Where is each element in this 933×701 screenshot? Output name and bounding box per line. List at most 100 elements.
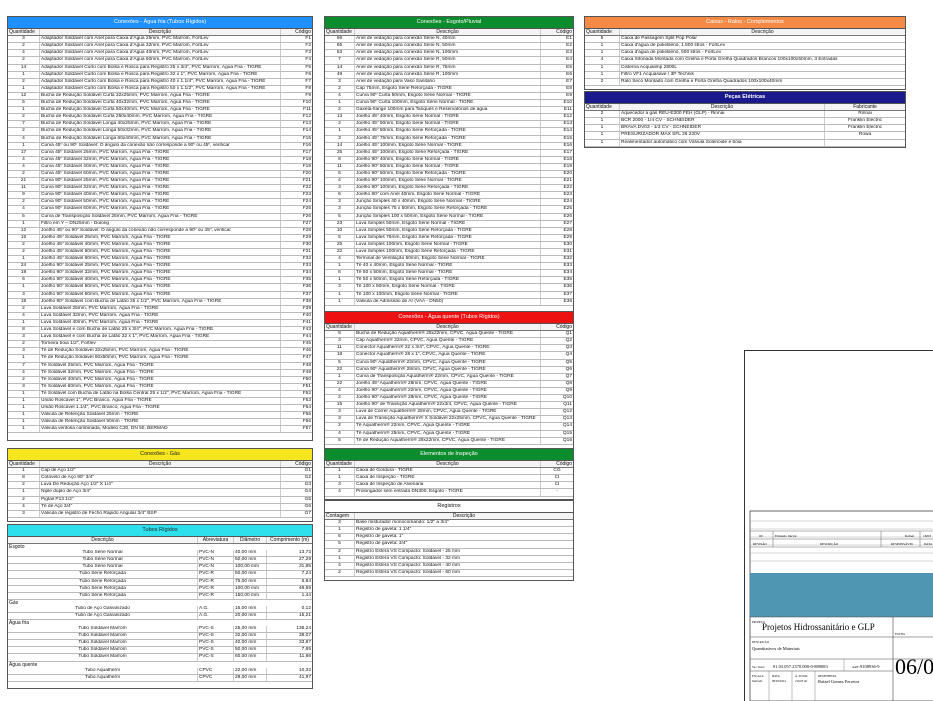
table-row: 4 Joelho 90º 100mm, Esgoto Série Normal -… [325,178,573,186]
table-row: 2 Curva 90º Soldável 50mm, PVC Marrom, Ág… [8,199,312,207]
table-row: Tubo Aquatherm CPVC 28,00 mm 41,97 [8,674,312,682]
table-cell: Q8 [565,380,572,386]
table-cell: Adaptador Soldável com Anel para Caixa d… [40,36,281,43]
table-cell: 4 [325,430,355,437]
table-cell: Q16 [562,437,572,443]
rev-date: 18/03 [923,534,931,538]
col-desc: Descrição [620,104,825,111]
table-cell: PVC-N [198,564,234,571]
table-cell: 1 [8,284,40,291]
table-cell: Joelho 45º 40mm, Esgoto Série Normal - T… [355,114,541,121]
table-row: 22 Luva Simples 100mm, Esgoto Série Refor… [325,249,573,257]
table-cell: F12 [302,114,311,120]
table-cell: Curva 90º Soldável 32mm, PVC Marrom, Águ… [40,185,281,192]
table-cell: Caixa de Inspeção de Alvenaria [355,482,541,489]
col-abbr: Abreviatura [198,537,234,544]
table-cell: Tubo Soldável Marrom [8,654,198,661]
col-qty: Quantidade [8,461,40,468]
table-cell: 15 [8,234,40,241]
table-row: Tubo Série Reforçada PVC-R 150,00 mm 1,44 [8,592,312,600]
table-cell: E2 [566,43,572,49]
table-cell: F16 [302,142,311,148]
table-cell: Joelho 45º 50mm, Esgoto Série Reforçada … [355,128,541,135]
table-cell: E20 [563,170,572,176]
table-cell: 6 [325,170,355,178]
table-cell: Anel de vedação para conexão Série N, 40… [355,36,541,43]
table-cell: 19 [8,270,40,277]
table-row: 6 Joelho 90º Soldável 40mm, PVC Marrom, Á… [8,277,312,285]
table-cell: 1 [325,475,355,482]
table-cell: Registro Esfera VS Compacto: Soldável - … [356,562,460,568]
table-cell: Q7 [565,373,572,379]
table-cell: 2 [325,548,355,555]
table-row: 4 Adaptador Soldável com Anel para Caixa … [8,50,312,58]
table-cell: A.G. [198,612,234,620]
table-cell: 8 [325,331,355,338]
table-row: 4 Curva 90º Soldável 60mm, PVC Marrom, Ág… [8,206,312,214]
table-cell: 28,00 mm [234,674,267,681]
table-cell: 2 [8,305,40,312]
table-cell: Válvula de Retenção Soldável 25mm - TIGR… [40,412,281,419]
table-row: 2 Tê Soldável 40mm, PVC Marrom, Água Fria… [8,376,312,384]
table-cell: E3 [566,50,572,56]
table-row: 4 Bucha de Redução Soldável Longa 60x40mm… [8,135,312,143]
table-body: 5 6 Anel de vedação para conexão Série N, … [325,36,573,306]
table-row: 2 Aquecedor a gás REU-E300 FEH (GLP) - Ri… [585,111,905,119]
table-cell: CG [553,468,561,474]
table-cell: Tubo Série Reforçada [8,571,198,578]
table-row: Tubo Série Normal PVC-N 40,00 mm 13,73 [8,550,312,558]
table-cell: Bucha de Redução Soldável Curta 32x25mm,… [40,92,281,100]
table-cell: 60,00 mm [234,654,267,661]
table-cell: 2 [325,107,355,114]
table-row: 25 Joelho 45º 100mm, Esgoto Série Reforça… [325,149,573,157]
descricao-label: DESCRIÇÃO [752,639,770,644]
table-cell: 15 [325,402,355,409]
table-tubos: Tubos Rígidos Descrição Abreviatura Diâm… [7,524,313,689]
table-cell: 3 [325,78,355,85]
col-desc: Descrição [355,461,541,468]
table-row: 1 BCR 2000 - 1/4 CV - SCHNEIDER Franklin E… [585,118,905,126]
escala-value: Indicada [752,679,763,683]
table-cell: 100,00 mm [234,585,267,592]
table-cell: Filtro VF1 Acquasave / 3P Technik [621,71,694,77]
table-cell: F34 [302,270,311,276]
table-row: 53 Anel de vedação para conexão Série N, … [325,50,573,58]
table-cell: F47 [302,355,311,361]
table-cell: F3 [305,50,311,56]
table-cell: G2 [304,475,311,481]
art-label: ART: [852,665,860,669]
table-row: 2 Registro Esfera VS Compacto: Soldável -… [325,548,573,556]
table-cell: F43 [302,327,311,333]
table-cell: Adaptador Soldável Curto com Bolsa e Ros… [40,64,281,71]
table-cell: Curva 90º Aquatherm® 22mm, CPVC, Água Qu… [355,359,541,366]
table-cell: 5 [325,359,355,366]
column-headers: Quantidade Descrição Código [8,461,312,469]
table-cell: 1 [8,390,40,397]
table-row: 6 Joelho 90º 50mm, Esgoto Série Reforçada… [325,170,573,179]
table-cell: F50 [302,376,311,382]
col-desc: Descrição [355,29,541,36]
area-value: 219,03 m² [795,679,807,684]
table-cell: Anel de vedação para conexão Série R, 75… [355,64,541,71]
table-row: 1 Caixa d'água de polietileno, 1.500 litr… [585,43,905,51]
table-cell: 3 [325,482,355,489]
table-row: 4 Curva 90º Curta 50mm, Esgoto Série Norm… [325,92,573,101]
table-cell: BRAVA DV03 - 1/3 CV - SCHNEIDER [620,125,825,132]
table-row: 1 Válvula de Admissão de Ar (VAA - DN50) E… [325,298,573,306]
table-title: Conexões - Água fria (Tubos Rígidos) [8,17,312,29]
table-row: 8 Luva Soldável e com Bucha de Latão 25 x… [8,327,312,335]
table-cell: E27 [563,220,572,226]
table-cell: 1 [325,555,355,562]
table-cell: 53 [325,50,355,57]
table-cell: Curva 45º Soldável 32mm, PVC Marrom, Águ… [40,156,281,163]
table-row: 1 Filtro VF1 Acquasave / 3P Technik [585,71,905,79]
table-cell: 1 [8,71,40,78]
table-cell: Terminal de Ventilação 50mm, Esgoto Séri… [355,256,541,263]
table-row: 24 Joelho 90º Soldável 25mm, PVC Marrom, … [8,263,312,271]
table-cell: Luva de Correr Aquatherm® 28mm, CPVC, Ág… [355,409,541,416]
table-row: 3 Luva de Transição Aquatherm® X Soldável… [325,416,573,424]
table-cell: 0,12 [301,605,311,611]
table-cell: 5 [325,213,355,220]
table-cell: Caixa de Passagem Split Pop Polar [621,36,697,42]
table-cell: Válvula de Retenção Soldável 50mm - TIGR… [40,419,281,426]
